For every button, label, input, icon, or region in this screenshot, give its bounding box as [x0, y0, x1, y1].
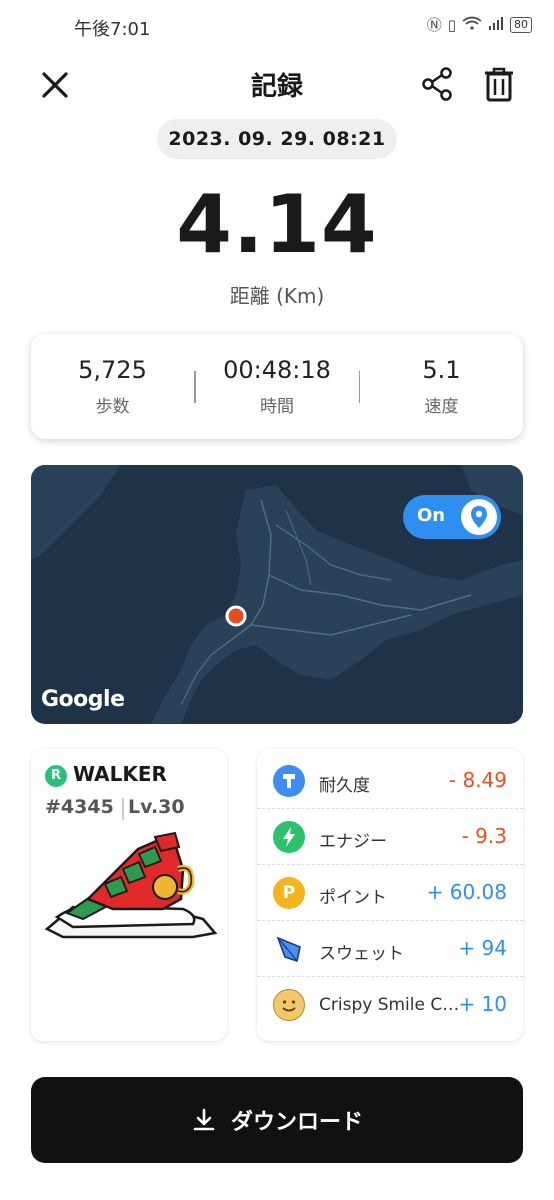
energy-icon	[273, 821, 305, 853]
distance-label: 距離 (Km)	[229, 284, 325, 308]
sneaker-level: Lv.30	[128, 796, 185, 818]
sweat-icon	[273, 933, 305, 965]
download-button[interactable]: ダウンロード	[31, 1077, 523, 1163]
download-label: ダウンロード	[230, 1110, 363, 1135]
status-bar: 午後7:01 Ⓝ ▯ 80	[0, 0, 554, 52]
download-icon	[193, 1108, 215, 1131]
status-icons: Ⓝ ▯ 80	[427, 14, 532, 35]
reward-label: 耐久度	[319, 776, 370, 796]
reward-value: + 94	[458, 936, 507, 960]
sneaker-card[interactable]: R WALKER #4345 Lv.30	[31, 749, 227, 1041]
stat-label: 歩数	[95, 397, 130, 417]
reward-row-point: P ポイント + 60.08	[257, 865, 523, 921]
reward-value: - 8.49	[448, 768, 507, 792]
nfc-icon: Ⓝ	[426, 16, 442, 34]
toggle-label: On	[417, 505, 446, 526]
stats-card: 5,725 歩数 00:48:18 時間 5.1 速度	[31, 334, 523, 439]
stat-value: 5,725	[78, 356, 147, 384]
divider	[122, 798, 124, 820]
reward-value: + 10	[458, 992, 507, 1016]
distance-value: 4.14	[176, 178, 378, 271]
durability-icon	[273, 765, 305, 797]
reward-row-sweat: スウェット + 94	[257, 921, 523, 977]
reward-label: Crispy Smile C…	[319, 995, 460, 1015]
battery-icon: 80	[510, 16, 532, 33]
status-time: 午後7:01	[74, 19, 151, 40]
delete-button[interactable]	[482, 66, 516, 102]
reward-label: エナジー	[319, 832, 387, 852]
stat-value: 5.1	[422, 356, 461, 384]
sneaker-type: WALKER	[73, 762, 167, 786]
share-icon	[422, 67, 452, 101]
stat-label: 時間	[260, 397, 294, 417]
record-datetime: 2023. 09. 29. 08:21	[157, 119, 397, 159]
wifi-icon	[462, 16, 482, 34]
sneaker-id: #4345	[45, 796, 114, 818]
share-button[interactable]	[420, 66, 456, 102]
route-map[interactable]: On Google	[31, 465, 523, 724]
vibrate-icon: ▯	[447, 15, 456, 34]
rarity-badge: R	[45, 765, 67, 787]
header: 記録	[0, 58, 554, 110]
stat-value: 00:48:18	[223, 356, 331, 384]
reward-value: - 9.3	[461, 824, 507, 848]
map-toggle[interactable]: On	[403, 495, 501, 539]
reward-label: スウェット	[319, 944, 404, 964]
smile-icon	[273, 989, 305, 1021]
reward-row-energy: エナジー - 9.3	[257, 809, 523, 865]
sneaker-image	[44, 831, 217, 939]
stat-steps: 5,725 歩数	[31, 356, 194, 417]
signal-icon	[488, 16, 504, 34]
stat-time: 00:48:18 時間	[196, 356, 359, 417]
rewards-card: 耐久度 - 8.49 エナジー - 9.3 P ポイント + 60.08 スウェ…	[257, 749, 523, 1041]
reward-row-durability: 耐久度 - 8.49	[257, 753, 523, 809]
stat-label: 速度	[424, 397, 459, 417]
reward-value: + 60.08	[426, 880, 507, 904]
trash-icon	[485, 67, 513, 102]
reward-row-item: Crispy Smile C… + 10	[257, 977, 523, 1033]
reward-label: ポイント	[319, 888, 387, 908]
google-logo: Google	[41, 687, 125, 712]
page-title: 記録	[250, 72, 303, 102]
location-pin-icon	[461, 499, 497, 535]
stat-speed: 5.1 速度	[360, 356, 523, 417]
point-icon: P	[273, 877, 305, 909]
